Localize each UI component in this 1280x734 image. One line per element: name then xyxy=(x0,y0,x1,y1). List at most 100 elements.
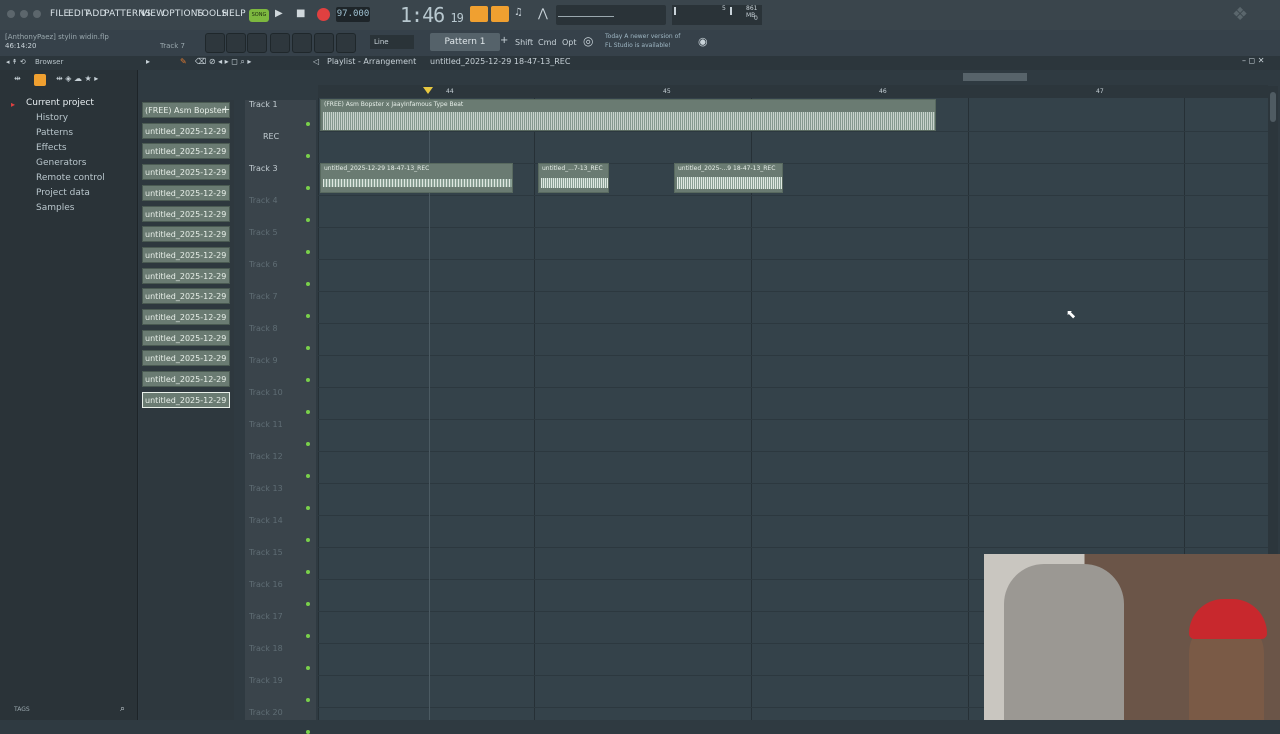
picker-clip-item[interactable]: untitled_2025-12-29 18-... xyxy=(142,164,230,181)
tempo-display[interactable]: 97.000 xyxy=(336,7,370,22)
mic-icon[interactable] xyxy=(336,33,356,53)
online-icon[interactable]: ◉ xyxy=(698,35,708,48)
snap-select[interactable]: Line xyxy=(370,35,414,49)
picker-clip-item[interactable]: untitled_2025-12-29 18-... xyxy=(142,143,230,160)
track-name[interactable]: Track 18 xyxy=(249,644,283,653)
scrollbar-thumb[interactable] xyxy=(1270,92,1276,122)
minimize-window-button[interactable] xyxy=(20,10,28,18)
track-mute-led[interactable] xyxy=(306,570,310,574)
picker-clip-item[interactable]: untitled_2025-12-29 18-... xyxy=(142,184,230,201)
news-text-2[interactable]: FL Studio is available! xyxy=(605,42,671,49)
track-mute-led[interactable] xyxy=(306,154,310,158)
track-name[interactable]: Track 13 xyxy=(249,484,283,493)
audio-clip-rec-1[interactable]: untitled_2025-12-29 18-47-13_REC xyxy=(320,163,513,193)
window-controls[interactable]: – ◻ ✕ xyxy=(1242,56,1264,65)
track-name[interactable]: Track 10 xyxy=(249,388,283,397)
track-mute-led[interactable] xyxy=(306,666,310,670)
project-caret-icon[interactable]: ▸ xyxy=(11,100,15,109)
browser-history[interactable]: History xyxy=(36,113,68,123)
opt-button[interactable]: Opt xyxy=(562,38,577,47)
track-name[interactable]: Track 17 xyxy=(249,612,283,621)
cmd-button[interactable]: Cmd xyxy=(538,38,556,47)
track-mute-led[interactable] xyxy=(306,250,310,254)
track-mute-led[interactable] xyxy=(306,698,310,702)
picker-clip-item[interactable]: untitled_2025-12-29 18-... xyxy=(142,350,230,367)
track-name[interactable]: Track 8 xyxy=(249,324,278,333)
track-mute-led[interactable] xyxy=(306,538,310,542)
playhead-marker[interactable] xyxy=(423,87,433,94)
track-name[interactable]: Track 11 xyxy=(249,420,283,429)
track-mute-led[interactable] xyxy=(306,602,310,606)
tool-icons[interactable]: ⌫ ⊘ ◂ ▸ ◻ ⌕ ▸ xyxy=(195,57,251,67)
search-icon[interactable]: ⌕ xyxy=(120,704,125,714)
view-browser-button[interactable] xyxy=(314,33,334,53)
add-pattern-button[interactable]: + xyxy=(500,35,508,46)
audio-clip-beat[interactable]: (FREE) Asm Bopster x JaayInfamous Type B… xyxy=(320,99,936,131)
picker-clip-item[interactable]: untitled_2025-12-29 18-... xyxy=(142,267,230,284)
track-mute-led[interactable] xyxy=(306,442,310,446)
picker-add-icon[interactable]: + xyxy=(221,103,230,116)
track-mute-led[interactable] xyxy=(306,186,310,190)
browser-arrows[interactable]: ◂ ↟ ⟲ xyxy=(6,58,26,66)
menu-file[interactable]: FILE xyxy=(50,9,69,19)
metronome-button[interactable] xyxy=(470,6,488,22)
track-mute-led[interactable] xyxy=(306,346,310,350)
track-mute-led[interactable] xyxy=(306,218,310,222)
track-mute-led[interactable] xyxy=(306,282,310,286)
picker-clip-item[interactable]: untitled_2025-12-29 18-... xyxy=(142,288,230,305)
view-playlist-button[interactable] xyxy=(205,33,225,53)
track-name[interactable]: Track 4 xyxy=(249,196,278,205)
song-mode-toggle[interactable]: SONG xyxy=(249,9,269,22)
track-name[interactable]: REC xyxy=(263,132,279,141)
shift-button[interactable]: Shift xyxy=(515,38,533,47)
track-mute-led[interactable] xyxy=(306,474,310,478)
track-name[interactable]: Track 1 xyxy=(249,100,278,109)
audio-clip-rec-2[interactable]: untitled_...7-13_REC xyxy=(538,163,609,193)
track-name[interactable]: Track 6 xyxy=(249,260,278,269)
track-mute-led[interactable] xyxy=(306,314,310,318)
track-name[interactable]: Track 12 xyxy=(249,452,283,461)
picker-clip-item[interactable]: untitled_2025-12-29 18-... xyxy=(142,246,230,263)
countdown-icon[interactable]: ⋀ xyxy=(538,6,548,20)
picker-clip-item[interactable]: untitled_2025-12-29 18-... xyxy=(142,329,230,346)
blend-notes-button[interactable] xyxy=(491,6,509,22)
picker-clip-item[interactable]: untitled_2025-12-29 18-... xyxy=(142,226,230,243)
track-name[interactable]: Track 9 xyxy=(249,356,278,365)
browser-patterns[interactable]: Patterns xyxy=(36,128,73,138)
track-name[interactable]: Track 7 xyxy=(249,292,278,301)
track-mute-led[interactable] xyxy=(306,410,310,414)
arrangement-icon[interactable]: ◁ xyxy=(313,57,319,66)
track-name[interactable]: Track 3 xyxy=(249,164,278,173)
browser-generators[interactable]: Generators xyxy=(36,158,86,168)
browser-current-project[interactable]: Current project xyxy=(26,98,94,108)
picker-clip-item[interactable]: untitled_2025-12-29 18-... xyxy=(142,391,230,408)
browser-effects[interactable]: Effects xyxy=(36,143,67,153)
picker-clip-item[interactable]: untitled_2025-12-29 18-... xyxy=(142,122,230,139)
track-name[interactable]: Track 20 xyxy=(249,708,283,717)
browser-samples[interactable]: Samples xyxy=(36,203,74,213)
news-text-1[interactable]: Today A newer version of xyxy=(605,33,680,40)
tags-label[interactable]: TAGS xyxy=(14,706,30,713)
picker-clip-item[interactable]: untitled_2025-12-29 18-... xyxy=(142,309,230,325)
close-window-button[interactable] xyxy=(7,10,15,18)
track-name[interactable]: Track 5 xyxy=(249,228,278,237)
stop-button[interactable]: ■ xyxy=(296,8,310,22)
track-mute-led[interactable] xyxy=(306,378,310,382)
track-name[interactable]: Track 16 xyxy=(249,580,283,589)
record-button[interactable] xyxy=(317,8,330,21)
picker-clip-item[interactable]: (FREE) Asm Bopster xyxy=(142,102,230,118)
browser-tool-icons[interactable]: ⇹ ◈ ☁ ★ ▸ xyxy=(56,74,98,83)
browser-folder-button[interactable] xyxy=(34,74,46,86)
pattern-selector[interactable]: Pattern 1 xyxy=(430,33,500,51)
playlist-menu-icon[interactable]: ▸ xyxy=(146,57,150,66)
track-mute-led[interactable] xyxy=(306,730,310,734)
track-mute-led[interactable] xyxy=(306,634,310,638)
track-mute-led[interactable] xyxy=(306,506,310,510)
pencil-tool-icon[interactable]: ✎ xyxy=(180,57,187,66)
audio-clip-rec-3[interactable]: untitled_2025-...9 18-47-13_REC xyxy=(674,163,783,193)
menu-help[interactable]: HELP xyxy=(222,9,246,19)
browser-project-data[interactable]: Project data xyxy=(36,188,90,198)
track-mute-led[interactable] xyxy=(306,122,310,126)
wait-input-icon[interactable]: ♫ xyxy=(514,7,523,18)
picker-clip-item[interactable]: untitled_2025-12-29 18-... xyxy=(142,205,230,222)
